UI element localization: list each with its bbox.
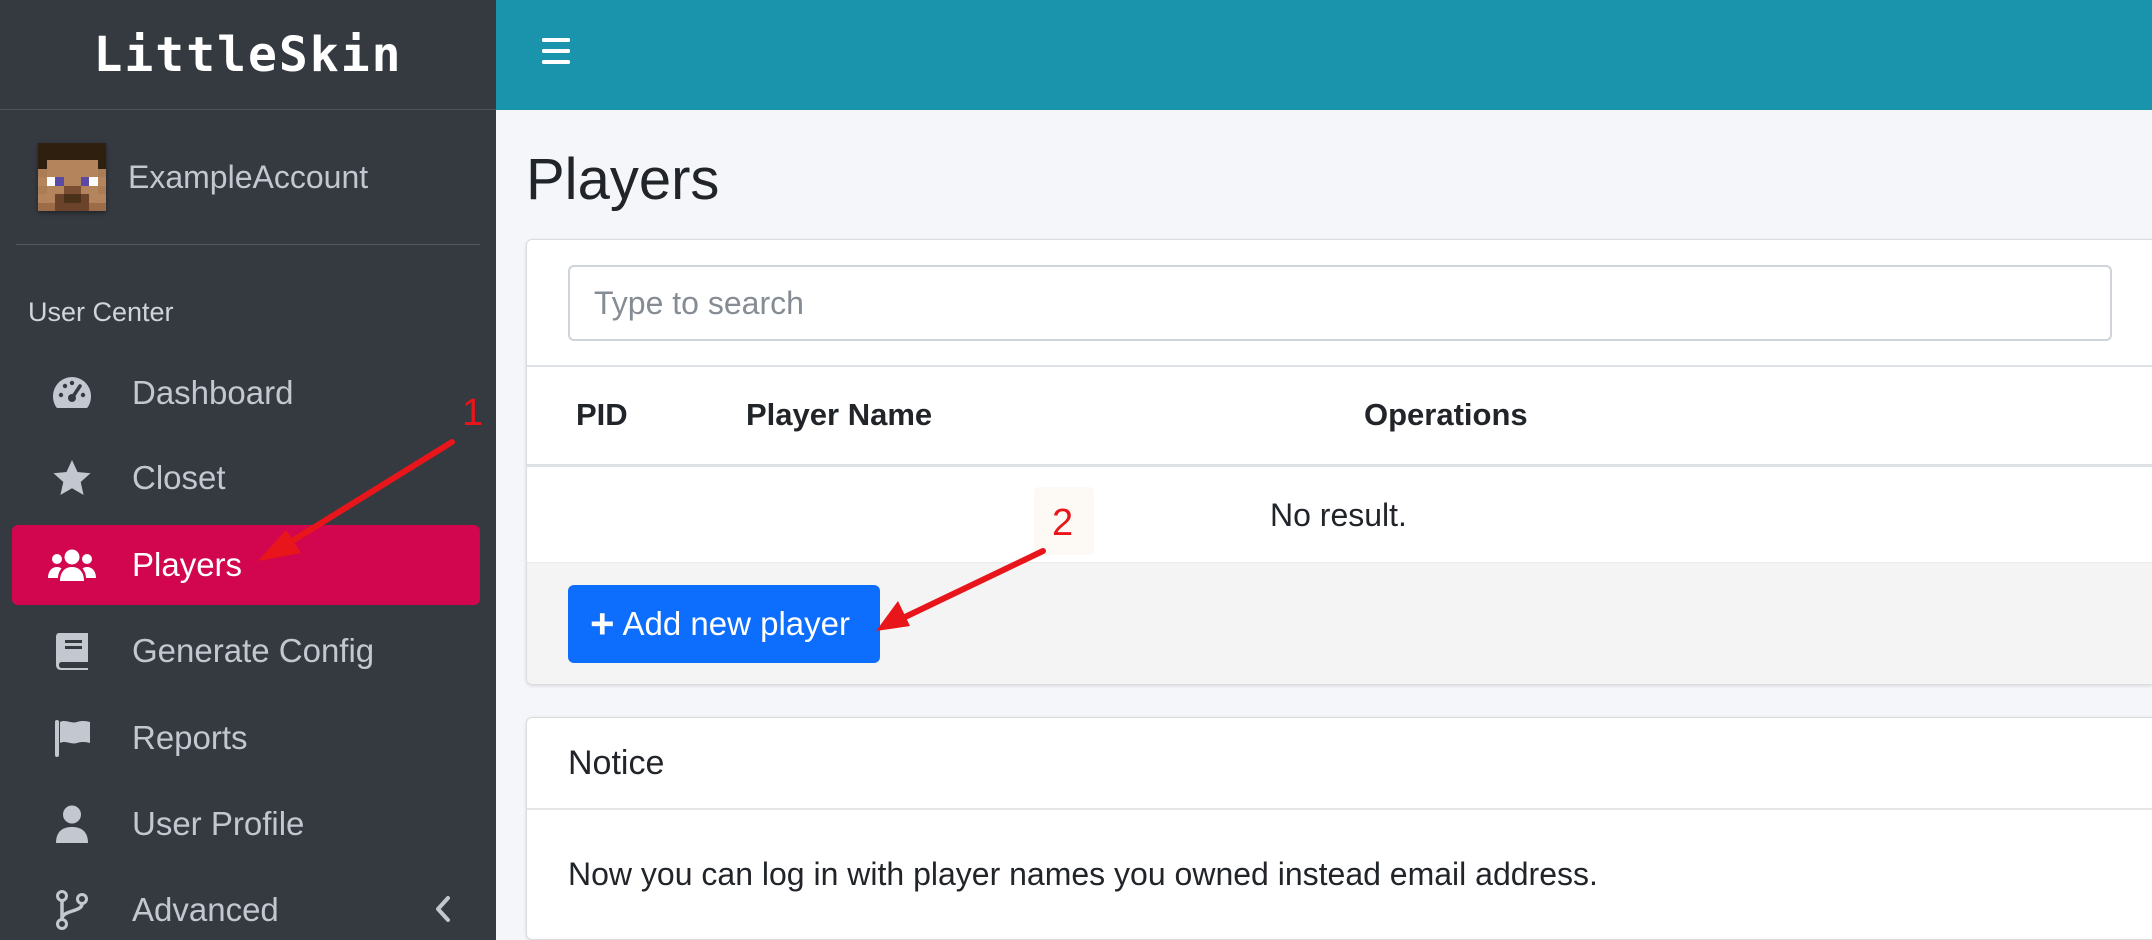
nav-section-header: User Center [28,297,174,327]
sidebar: LittleSkin ExampleAccount User Center Da… [0,0,496,940]
empty-table-message: No result. [1270,497,1407,533]
avatar[interactable] [38,143,106,211]
sidebar-item-label: Advanced [132,891,279,928]
hamburger-icon [542,38,570,64]
plus-icon: + [590,600,615,647]
sidebar-item-dashboard[interactable]: Dashboard [12,353,480,433]
flag-icon [48,714,96,762]
sidebar-item-generate-config[interactable]: Generate Config [12,611,480,691]
user-icon [48,800,96,848]
sidebar-item-label: Players [132,546,243,583]
sidebar-item-user-profile[interactable]: User Profile [12,784,480,864]
star-icon [48,454,96,502]
notice-card: Notice Now you can log in with player na… [526,717,2152,940]
dashboard-gauge-icon [48,369,96,417]
brand-logo-text[interactable]: LittleSkin [94,27,403,83]
user-panel[interactable]: ExampleAccount [16,110,480,245]
sidebar-item-label: Dashboard [132,374,294,411]
sidebar-item-players[interactable]: Players [12,525,480,605]
page-title: Players [526,147,720,212]
sidebar-item-closet[interactable]: Closet [12,438,480,518]
sidebar-item-label: User Profile [132,805,305,842]
sidebar-item-advanced[interactable]: Advanced [12,870,480,940]
book-icon [48,627,96,675]
column-header-player-name[interactable]: Player Name [746,397,932,433]
hamburger-menu-button[interactable] [540,36,580,72]
notice-title: Notice [527,718,2152,810]
sidebar-item-label: Closet [132,459,226,496]
card-footer: + Add new player [527,562,2152,684]
users-icon [48,541,96,589]
sidebar-item-label: Generate Config [132,632,375,669]
sidebar-item-reports[interactable]: Reports [12,698,480,778]
column-header-pid[interactable]: PID [576,397,628,433]
notice-body: Now you can log in with player names you… [568,856,1598,892]
sidebar-item-label: Reports [132,719,248,756]
brand[interactable]: LittleSkin [0,0,496,110]
annotation-label-1: 1 [462,392,484,434]
code-branch-icon [48,886,96,934]
chevron-left-icon[interactable] [434,892,452,930]
add-new-player-button[interactable]: + Add new player [568,585,880,663]
column-header-operations: Operations [1364,397,1528,432]
user-name[interactable]: ExampleAccount [128,159,368,196]
top-navbar [496,0,2152,110]
table-header: PID Player Name Operations [527,365,2152,467]
annotation-label-2: 2 [1052,502,1074,544]
players-card: PID Player Name Operations No result. + … [526,239,2152,685]
add-new-player-label: Add new player [622,605,851,642]
search-input[interactable] [568,265,2112,341]
